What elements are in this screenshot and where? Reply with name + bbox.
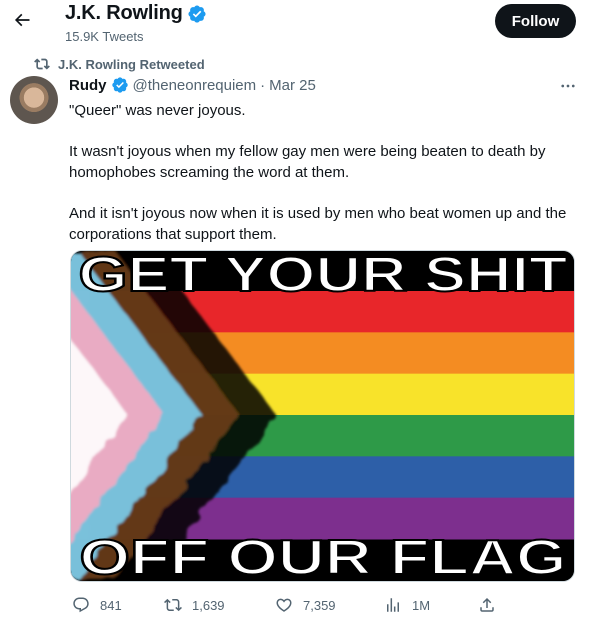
tweet-text: "Queer" was never joyous. It wasn't joyo… — [69, 100, 579, 245]
retweet-count: 1,639 — [192, 597, 225, 613]
retweeted-indicator: J.K. Rowling Retweeted — [34, 56, 205, 72]
tweet-paragraph: It wasn't joyous when my fellow gay men … — [69, 143, 546, 181]
like-count: 7,359 — [303, 597, 336, 613]
profile-header: J.K. Rowling — [65, 2, 207, 25]
views-icon — [387, 598, 399, 612]
tweet-image[interactable]: GET YOUR SHIT OFF OUR FLAG — [70, 250, 575, 582]
image-top-text: GET YOUR SHIT — [79, 251, 568, 302]
separator-dot: · — [260, 76, 266, 94]
progress-pride-flag-image: GET YOUR SHIT OFF OUR FLAG — [71, 251, 574, 582]
tweet-actions: 841 1,639 7,359 1M — [70, 596, 500, 618]
reply-button[interactable]: 841 — [72, 596, 122, 614]
retweeted-label: J.K. Rowling Retweeted — [58, 56, 205, 72]
tweet-author-row: Rudy @theneonrequiem · Mar 25 — [69, 76, 316, 94]
follow-button[interactable]: Follow — [495, 4, 576, 38]
arrow-left-icon — [14, 13, 30, 27]
tweet-paragraph: "Queer" was never joyous. — [69, 102, 246, 119]
more-options-button[interactable] — [556, 76, 580, 96]
tweet-paragraph: And it isn't joyous now when it is used … — [69, 205, 567, 243]
tweet-count: 15.9K Tweets — [65, 29, 144, 44]
reply-icon — [73, 597, 89, 613]
verified-badge-icon — [187, 4, 207, 24]
tweet-date[interactable]: Mar 25 — [269, 77, 316, 94]
avatar[interactable] — [10, 76, 58, 124]
like-button[interactable]: 7,359 — [275, 596, 336, 614]
verified-badge-icon — [111, 76, 129, 94]
image-bottom-text: OFF OUR FLAG — [80, 531, 567, 582]
retweet-icon — [34, 56, 50, 72]
author-handle[interactable]: @theneonrequiem — [133, 77, 257, 94]
share-button[interactable] — [478, 596, 506, 614]
view-count: 1M — [412, 597, 431, 613]
heart-icon — [276, 598, 292, 612]
more-icon — [561, 84, 575, 88]
retweet-icon — [164, 598, 182, 612]
share-icon — [480, 597, 494, 612]
back-button[interactable] — [8, 6, 36, 34]
retweet-button[interactable]: 1,639 — [164, 596, 225, 614]
views-button[interactable]: 1M — [384, 596, 430, 614]
reply-count: 841 — [100, 597, 122, 613]
author-name[interactable]: Rudy — [69, 77, 107, 94]
page-title: J.K. Rowling — [65, 2, 183, 24]
